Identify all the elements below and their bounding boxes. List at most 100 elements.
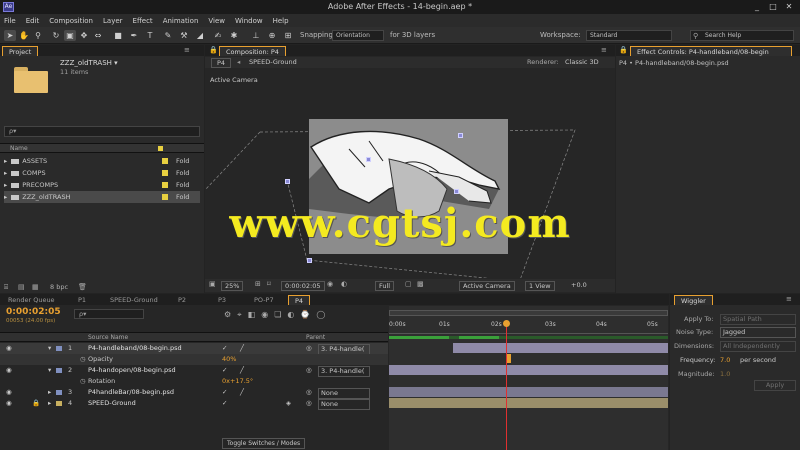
layer-row-2[interactable]: ◉ ▾ 2 P4-handopen/08-begin.psd ✓ ╱ ◎ 3. … bbox=[0, 365, 388, 377]
renderer-value[interactable]: Classic 3D bbox=[565, 58, 599, 66]
parent-pick-whip-icon[interactable]: ◎ bbox=[306, 365, 312, 376]
column-source-name[interactable]: Source Name bbox=[88, 334, 128, 341]
keyframe-marker[interactable] bbox=[507, 354, 511, 363]
layer-bar-2[interactable] bbox=[389, 365, 668, 375]
layer-name[interactable]: SPEED-Ground bbox=[88, 398, 220, 409]
quality-switch-icon[interactable]: ╱ bbox=[240, 387, 244, 398]
grid-icon[interactable]: ⊞ bbox=[255, 280, 261, 288]
frequency-value[interactable]: 7.0 bbox=[720, 356, 730, 364]
expand-arrow-icon[interactable]: ▾ bbox=[48, 343, 51, 354]
magnification-dropdown[interactable]: 25% bbox=[221, 281, 244, 291]
menu-composition[interactable]: Composition bbox=[49, 17, 93, 25]
layer-name[interactable]: P4handleBar/08-begin.psd bbox=[88, 387, 220, 398]
label-color-chip[interactable] bbox=[56, 368, 62, 373]
resolution-dropdown[interactable]: Full bbox=[375, 281, 395, 291]
close-icon[interactable]: ✕ bbox=[782, 2, 796, 12]
tab-p1[interactable]: P1 bbox=[72, 295, 92, 305]
layer-name[interactable]: P4-handleband/08-begin.psd bbox=[88, 343, 220, 354]
transparency-grid-icon[interactable]: ▩ bbox=[417, 280, 424, 288]
new-folder-icon[interactable]: ▤ bbox=[18, 283, 25, 291]
type-tool-icon[interactable]: T bbox=[144, 30, 156, 41]
always-preview-icon[interactable]: ▣ bbox=[209, 280, 216, 288]
menu-window[interactable]: Window bbox=[235, 17, 263, 25]
time-ruler[interactable]: 0:00s 01s 02s 03s 04s 05s bbox=[389, 318, 668, 334]
rectangle-tool-icon[interactable]: ■ bbox=[112, 30, 124, 41]
project-item-assets[interactable]: ▸ ASSETS Fold bbox=[4, 155, 200, 167]
parent-pick-whip-icon[interactable]: ◎ bbox=[306, 387, 312, 398]
eraser-tool-icon[interactable]: ◢ bbox=[194, 30, 206, 41]
apply-button[interactable]: Apply bbox=[754, 380, 796, 391]
lock-icon[interactable]: 🔒 bbox=[32, 398, 40, 409]
property-row-opacity[interactable]: ◷ Opacity 40% bbox=[0, 354, 388, 365]
layer-row-1[interactable]: ◉ ▾ 1 P4-handleband/08-begin.psd ✓ ╱ ◎ 3… bbox=[0, 343, 388, 355]
layer-row-3[interactable]: ◉ ▸ 3 P4handleBar/08-begin.psd ✓ ╱ ◎ Non… bbox=[0, 387, 388, 399]
menu-layer[interactable]: Layer bbox=[103, 17, 123, 25]
lock-icon[interactable]: 🔒 bbox=[209, 46, 218, 54]
snapshot-icon[interactable]: ◉ bbox=[327, 280, 333, 288]
search-help-input[interactable]: Search Help bbox=[690, 30, 794, 41]
property-value[interactable]: 40% bbox=[222, 354, 236, 365]
playhead-line[interactable] bbox=[506, 322, 507, 450]
expand-arrow-icon[interactable]: ▸ bbox=[4, 169, 7, 177]
apply-to-dropdown[interactable]: Spatial Path bbox=[720, 314, 796, 325]
tab-speed-ground[interactable]: SPEED-Ground bbox=[104, 295, 164, 305]
menu-help[interactable]: Help bbox=[273, 17, 289, 25]
layer-name[interactable]: P4-handopen/08-begin.psd bbox=[88, 365, 220, 376]
expand-arrow-icon[interactable]: ▸ bbox=[48, 387, 51, 398]
transform-handle[interactable] bbox=[454, 189, 459, 194]
folder-name[interactable]: ZZZ_oldTRASH ▾ bbox=[60, 59, 118, 67]
zoom-tool-icon[interactable]: ⚲ bbox=[32, 30, 44, 41]
shy-switch-icon[interactable]: ✓ bbox=[222, 365, 227, 376]
mask-visibility-icon[interactable]: ⌑ bbox=[267, 280, 271, 288]
project-item-comps[interactable]: ▸ COMPS Fold bbox=[4, 167, 200, 179]
column-name[interactable]: Name bbox=[10, 145, 28, 152]
label-color-chip[interactable] bbox=[56, 346, 62, 351]
stopwatch-icon[interactable]: ◷ bbox=[80, 354, 86, 365]
brush-tool-icon[interactable]: ✎ bbox=[162, 30, 174, 41]
layer-bar-3[interactable] bbox=[389, 387, 668, 397]
expand-arrow-icon[interactable]: ▸ bbox=[4, 157, 7, 165]
exposure-value[interactable]: +0.0 bbox=[571, 281, 587, 289]
timeline-search-input[interactable]: ρ▾ bbox=[74, 309, 144, 319]
camera-tool-icon[interactable]: ▣ bbox=[64, 30, 76, 41]
bit-depth-button[interactable]: 8 bpc bbox=[50, 283, 68, 291]
quality-switch-icon[interactable]: ╱ bbox=[240, 365, 244, 376]
new-composition-icon[interactable]: ▦ bbox=[32, 283, 39, 291]
menu-effect[interactable]: Effect bbox=[133, 17, 153, 25]
local-axis-icon[interactable]: ⊥ bbox=[250, 30, 262, 41]
shy-switch-icon[interactable]: ✓ bbox=[222, 343, 227, 354]
timeline-graph-area[interactable]: 0:00s 01s 02s 03s 04s 05s bbox=[389, 306, 668, 450]
visibility-eye-icon[interactable]: ◉ bbox=[6, 398, 12, 409]
3d-view-dropdown[interactable]: Active Camera bbox=[459, 281, 515, 291]
panel-menu-icon[interactable]: ≡ bbox=[184, 46, 190, 54]
selection-tool-icon[interactable]: ➤ bbox=[4, 30, 16, 41]
parent-pick-whip-icon[interactable]: ◎ bbox=[306, 398, 312, 409]
expand-arrow-icon[interactable]: ▸ bbox=[4, 181, 7, 189]
parent-dropdown[interactable]: None bbox=[318, 399, 370, 410]
tab-composition-p4[interactable]: Composition: P4 bbox=[219, 46, 286, 56]
hand-tool-icon[interactable]: ✋ bbox=[18, 30, 30, 41]
property-value[interactable]: 0x+17.5° bbox=[222, 376, 253, 387]
region-of-interest-icon[interactable]: ▢ bbox=[405, 280, 412, 288]
work-area-bar[interactable] bbox=[389, 310, 668, 316]
anchor-point-handle[interactable] bbox=[366, 157, 371, 162]
toggle-switches-modes-button[interactable]: Toggle Switches / Modes bbox=[222, 438, 306, 449]
tab-project[interactable]: Project bbox=[2, 46, 39, 56]
timeline-switches-icons[interactable]: ⚙⌖◧◉❏◐⌚◯ bbox=[224, 310, 331, 320]
shy-switch-icon[interactable]: ✓ bbox=[222, 398, 227, 409]
project-item-precomps[interactable]: ▸ PRECOMPS Fold bbox=[4, 179, 200, 191]
panel-menu-icon[interactable]: ≡ bbox=[786, 295, 792, 303]
pen-tool-icon[interactable]: ✒ bbox=[128, 30, 140, 41]
timeline-current-time[interactable]: 0:00:02:05 bbox=[6, 307, 61, 317]
menu-edit[interactable]: Edit bbox=[26, 17, 40, 25]
expand-arrow-icon[interactable]: ▸ bbox=[48, 398, 51, 409]
layer-row-4[interactable]: ◉ 🔒 ▸ 4 SPEED-Ground ✓ ◈ ◎ None bbox=[0, 398, 388, 410]
minimize-icon[interactable]: _ bbox=[750, 2, 764, 12]
panel-menu-icon[interactable]: ≡ bbox=[601, 46, 607, 54]
view-axis-icon[interactable]: ⊞ bbox=[282, 30, 294, 41]
shy-switch-icon[interactable]: ✓ bbox=[222, 387, 227, 398]
property-row-rotation[interactable]: ◷ Rotation 0x+17.5° bbox=[0, 376, 388, 387]
breadcrumb-speed-ground[interactable]: SPEED-Ground bbox=[249, 58, 297, 66]
parent-pick-whip-icon[interactable]: ◎ bbox=[306, 343, 312, 354]
visibility-eye-icon[interactable]: ◉ bbox=[6, 365, 12, 376]
